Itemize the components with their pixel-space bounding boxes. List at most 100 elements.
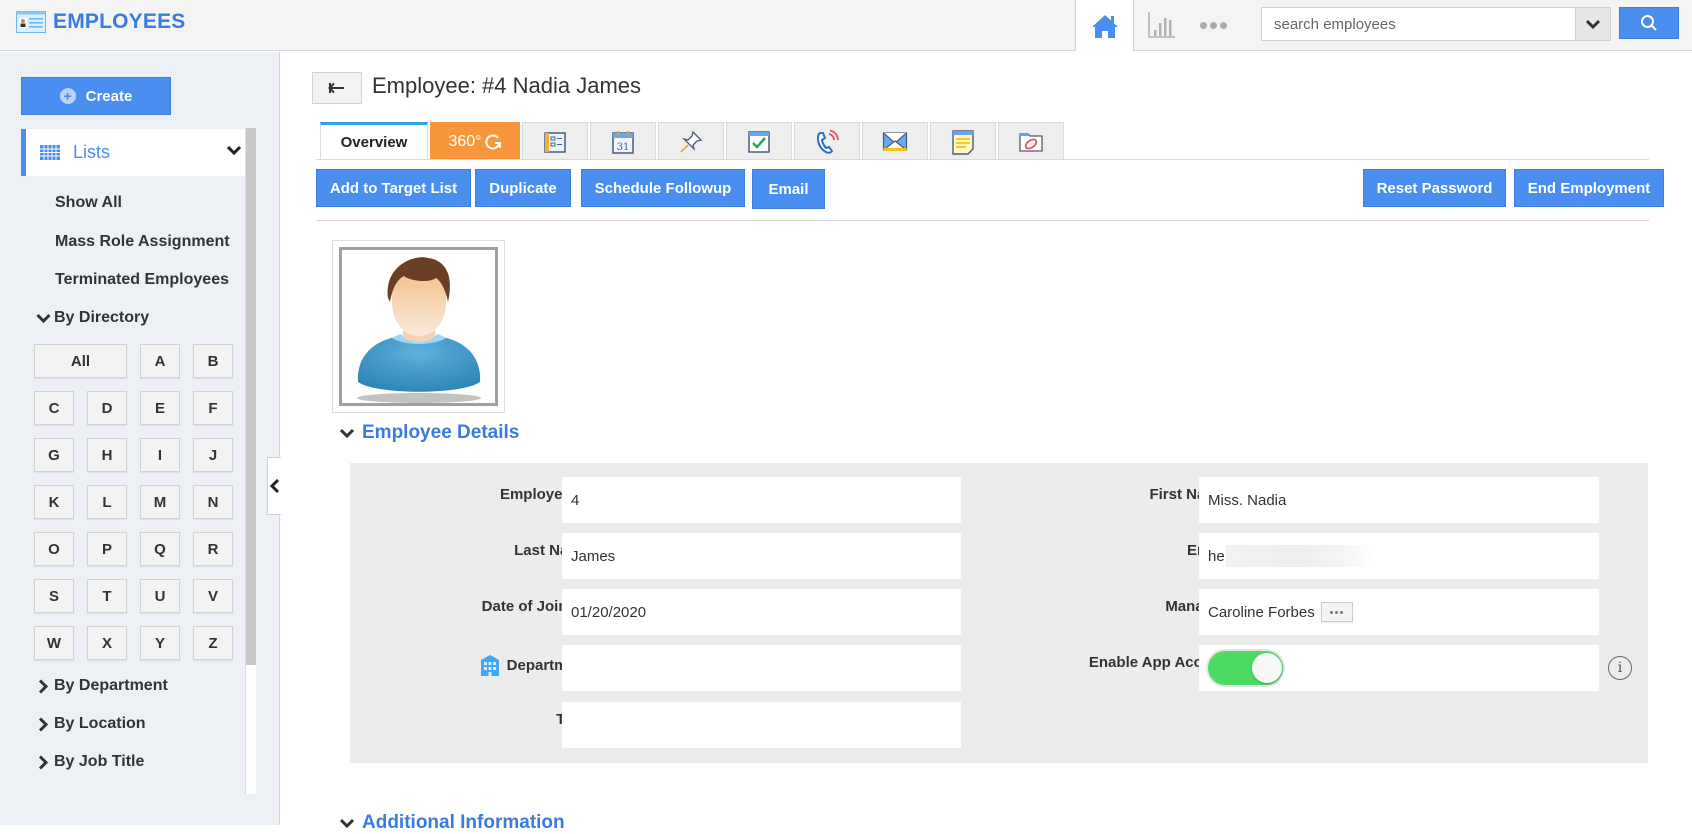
sidebar: + Create Lists Show All Mass Role Assign… xyxy=(0,52,280,825)
sidebar-item-terminated-employees[interactable]: Terminated Employees xyxy=(55,271,229,289)
duplicate-button[interactable]: Duplicate xyxy=(475,169,571,207)
tab-overview[interactable]: Overview xyxy=(320,122,428,160)
directory-letter-all[interactable]: All xyxy=(34,344,127,378)
directory-letter-d[interactable]: D xyxy=(87,391,127,425)
directory-letter-h[interactable]: H xyxy=(87,438,127,472)
details-form-icon xyxy=(544,131,566,153)
by-location-label: By Location xyxy=(54,715,146,732)
chevron-right-icon xyxy=(38,716,49,732)
directory-letter-z[interactable]: Z xyxy=(193,626,233,660)
search-button[interactable] xyxy=(1619,7,1679,39)
tab-360[interactable]: 360° xyxy=(430,122,520,160)
date-of-joining-field[interactable]: 01/20/2020 xyxy=(562,589,961,635)
directory-letter-f[interactable]: F xyxy=(193,391,233,425)
reports-button[interactable] xyxy=(1146,8,1178,40)
more-button[interactable] xyxy=(1193,10,1233,40)
info-icon[interactable]: i xyxy=(1608,656,1632,680)
directory-letter-v[interactable]: V xyxy=(193,579,233,613)
directory-letter-j[interactable]: J xyxy=(193,438,233,472)
directory-letter-x[interactable]: X xyxy=(87,626,127,660)
directory-letter-n[interactable]: N xyxy=(193,485,233,519)
email-field[interactable]: he xyxy=(1199,533,1599,579)
tab-emails[interactable] xyxy=(862,122,928,160)
by-department-toggle[interactable]: By Department xyxy=(36,677,168,695)
add-to-target-list-button[interactable]: Add to Target List xyxy=(316,169,471,207)
home-button[interactable] xyxy=(1075,0,1134,51)
directory-letter-y[interactable]: Y xyxy=(140,626,180,660)
sidebar-scrollbar[interactable] xyxy=(246,128,256,665)
create-button[interactable]: + Create xyxy=(21,77,171,115)
tab-attachments[interactable] xyxy=(998,122,1064,160)
directory-letter-m[interactable]: M xyxy=(140,485,180,519)
schedule-followup-button[interactable]: Schedule Followup xyxy=(581,169,745,207)
tab-details[interactable] xyxy=(522,122,588,160)
tab-pin[interactable] xyxy=(658,122,724,160)
directory-letter-r[interactable]: R xyxy=(193,532,233,566)
page-title: Employee: #4 Nadia James xyxy=(372,73,642,98)
calendar-icon: 31 xyxy=(612,130,634,154)
directory-letter-b[interactable]: B xyxy=(193,344,233,378)
by-job-title-label: By Job Title xyxy=(54,753,145,770)
directory-letter-k[interactable]: K xyxy=(34,485,74,519)
directory-letter-g[interactable]: G xyxy=(34,438,74,472)
back-button[interactable] xyxy=(312,72,362,104)
manager-lookup-button[interactable] xyxy=(1320,602,1353,622)
end-employment-button[interactable]: End Employment xyxy=(1514,169,1664,207)
employee-photo[interactable] xyxy=(332,240,505,413)
tab-tasks[interactable] xyxy=(726,122,792,160)
dot xyxy=(1209,21,1217,29)
create-label: Create xyxy=(85,87,133,105)
sidebar-item-show-all[interactable]: Show All xyxy=(55,194,122,212)
record-tabs: Overview 360° 31 xyxy=(320,122,1066,160)
department-field[interactable] xyxy=(562,645,961,691)
directory-letter-l[interactable]: L xyxy=(87,485,127,519)
first-name-field[interactable]: Miss. Nadia xyxy=(1199,477,1599,523)
app-brand[interactable]: EMPLOYEES xyxy=(16,10,186,34)
task-check-icon xyxy=(748,130,770,153)
enable-app-access-toggle[interactable] xyxy=(1208,651,1283,685)
directory-letter-e[interactable]: E xyxy=(140,391,180,425)
search-icon xyxy=(1641,15,1657,31)
directory-letter-i[interactable]: I xyxy=(140,438,180,472)
directory-letter-c[interactable]: C xyxy=(34,391,74,425)
directory-letter-p[interactable]: P xyxy=(87,532,127,566)
attachment-folder-icon xyxy=(1019,132,1043,152)
tab-calls[interactable] xyxy=(794,122,860,160)
email-button[interactable]: Email xyxy=(752,169,825,209)
sidebar-item-mass-role-assignment[interactable]: Mass Role Assignment xyxy=(55,233,230,251)
chevron-right-icon xyxy=(38,678,49,694)
directory-letter-q[interactable]: Q xyxy=(140,532,180,566)
directory-letter-a[interactable]: A xyxy=(140,344,180,378)
manager-field[interactable]: Caroline Forbes xyxy=(1199,589,1599,635)
employee-details-section-toggle[interactable]: Employee Details xyxy=(340,422,519,444)
dot xyxy=(1335,610,1339,614)
dot xyxy=(1219,21,1227,29)
by-job-title-toggle[interactable]: By Job Title xyxy=(36,753,144,771)
tab-notes[interactable] xyxy=(930,122,996,160)
person-avatar-icon xyxy=(357,257,481,403)
directory-letter-o[interactable]: O xyxy=(34,532,74,566)
last-name-field[interactable]: James xyxy=(562,533,961,579)
by-directory-label: By Directory xyxy=(54,309,150,326)
additional-information-section-toggle[interactable]: Additional Information xyxy=(340,812,565,834)
building-icon xyxy=(480,655,499,676)
actions-divider xyxy=(316,220,1649,221)
chevron-right-icon xyxy=(38,754,49,770)
tab-calendar[interactable]: 31 xyxy=(590,122,656,160)
tags-field[interactable] xyxy=(562,702,961,748)
search-scope-dropdown[interactable] xyxy=(1576,7,1611,41)
directory-letter-u[interactable]: U xyxy=(140,579,180,613)
search-input[interactable] xyxy=(1261,7,1576,41)
by-location-toggle[interactable]: By Location xyxy=(36,715,146,733)
directory-letter-w[interactable]: W xyxy=(34,626,74,660)
directory-letter-t[interactable]: T xyxy=(87,579,127,613)
reset-password-button[interactable]: Reset Password xyxy=(1363,169,1506,207)
more-dots-icon xyxy=(1330,610,1334,614)
main-content: Employee: #4 Nadia James Overview 360° 3… xyxy=(281,52,1692,833)
by-directory-toggle[interactable]: By Directory xyxy=(36,309,149,327)
svg-text:31: 31 xyxy=(617,142,630,153)
directory-letter-s[interactable]: S xyxy=(34,579,74,613)
lists-section-header[interactable]: Lists xyxy=(21,129,245,176)
sidebar-collapse-handle[interactable] xyxy=(267,457,281,515)
employee-id-field[interactable]: 4 xyxy=(562,477,961,523)
